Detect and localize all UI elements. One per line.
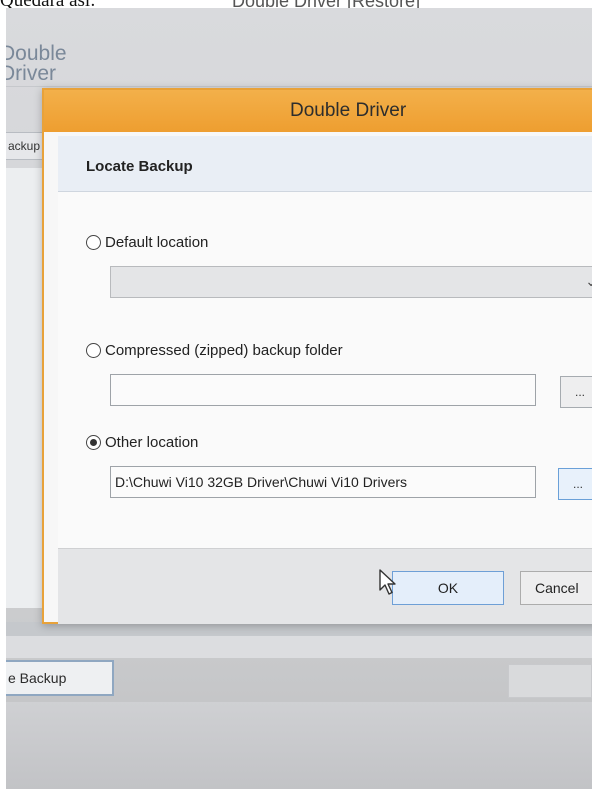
ok-button[interactable]: OK	[392, 571, 504, 605]
locate-backup-dialog: Double Driver Locate Backup Default loca…	[42, 88, 592, 624]
chevron-down-icon: ⌄	[585, 273, 592, 289]
radio-label-other-location: Other location	[105, 434, 199, 451]
cancel-button[interactable]: Cancel	[520, 571, 592, 605]
radio-other-location[interactable]	[86, 435, 101, 450]
background-divider	[6, 86, 592, 87]
dialog-footer: OK Cancel	[58, 548, 592, 624]
screen-photo: Double Driver ackup e Backup Double Driv…	[6, 8, 592, 789]
page-caption: Quedará así: Double Driver [Restore]	[0, 0, 592, 11]
radio-compressed-folder[interactable]	[86, 343, 101, 358]
app-name-line2: Driver	[6, 62, 56, 85]
background-backup-button[interactable]: e Backup	[6, 660, 114, 696]
option-default-location[interactable]: Default location	[86, 234, 208, 251]
background-app-name: Double Driver	[6, 42, 67, 85]
dialog-header-title: Locate Backup	[86, 158, 193, 175]
compressed-path-field[interactable]	[110, 374, 536, 406]
background-backup-label: e Backup	[8, 670, 67, 686]
dialog-title: Double Driver	[290, 100, 407, 121]
compressed-browse-button[interactable]: ...	[560, 376, 592, 408]
option-compressed-folder[interactable]: Compressed (zipped) backup folder	[86, 342, 343, 359]
background-tab-label: ackup	[8, 139, 41, 153]
dialog-titlebar[interactable]: Double Driver	[44, 90, 592, 132]
default-location-dropdown[interactable]: ⌄	[110, 266, 592, 298]
background-bottom	[6, 702, 592, 789]
other-location-path-field[interactable]: D:\Chuwi Vi10 32GB Driver\Chuwi Vi10 Dri…	[110, 466, 536, 498]
background-right-button[interactable]	[508, 664, 592, 698]
radio-label-compressed-folder: Compressed (zipped) backup folder	[105, 342, 343, 359]
caption-text: Quedará así:	[0, 0, 96, 11]
mouse-pointer-icon	[379, 569, 396, 595]
radio-default-location[interactable]	[86, 235, 101, 250]
dialog-header: Locate Backup	[58, 136, 592, 192]
option-other-location[interactable]: Other location	[86, 434, 198, 451]
app-name-line1: Double	[6, 42, 67, 65]
radio-label-default-location: Default location	[105, 234, 209, 251]
background-window-title: Double Driver [Restore]	[232, 0, 421, 11]
other-location-browse-button[interactable]: ...	[558, 468, 592, 500]
background-strip-2	[6, 636, 592, 658]
